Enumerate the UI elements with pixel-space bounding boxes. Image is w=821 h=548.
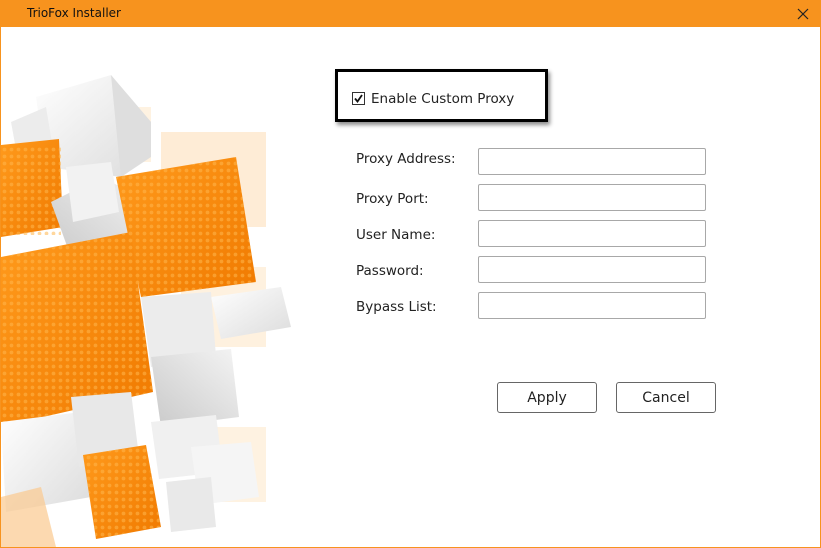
bypass-list-label: Bypass List: — [356, 299, 437, 315]
close-icon — [797, 5, 809, 24]
proxy-port-input[interactable] — [478, 184, 706, 211]
proxy-port-label: Proxy Port: — [356, 191, 429, 207]
decorative-cubes-image — [1, 75, 291, 547]
enable-custom-proxy-checkbox[interactable] — [352, 92, 365, 105]
installer-window: TrioFox Installer Enable Custom Proxy Pr… — [0, 0, 821, 548]
bypass-list-input[interactable] — [478, 292, 706, 319]
proxy-address-input[interactable] — [478, 148, 706, 175]
cancel-button[interactable]: Cancel — [616, 382, 716, 413]
proxy-address-label: Proxy Address: — [356, 151, 456, 167]
enable-custom-proxy-label[interactable]: Enable Custom Proxy — [371, 91, 514, 107]
close-button[interactable] — [786, 1, 820, 27]
checkmark-icon — [354, 94, 363, 103]
user-name-label: User Name: — [356, 227, 436, 243]
password-input[interactable] — [478, 256, 706, 283]
title-bar: TrioFox Installer — [1, 1, 820, 27]
user-name-input[interactable] — [478, 220, 706, 247]
password-label: Password: — [356, 263, 424, 279]
apply-button[interactable]: Apply — [497, 382, 597, 413]
window-title: TrioFox Installer — [27, 6, 121, 20]
